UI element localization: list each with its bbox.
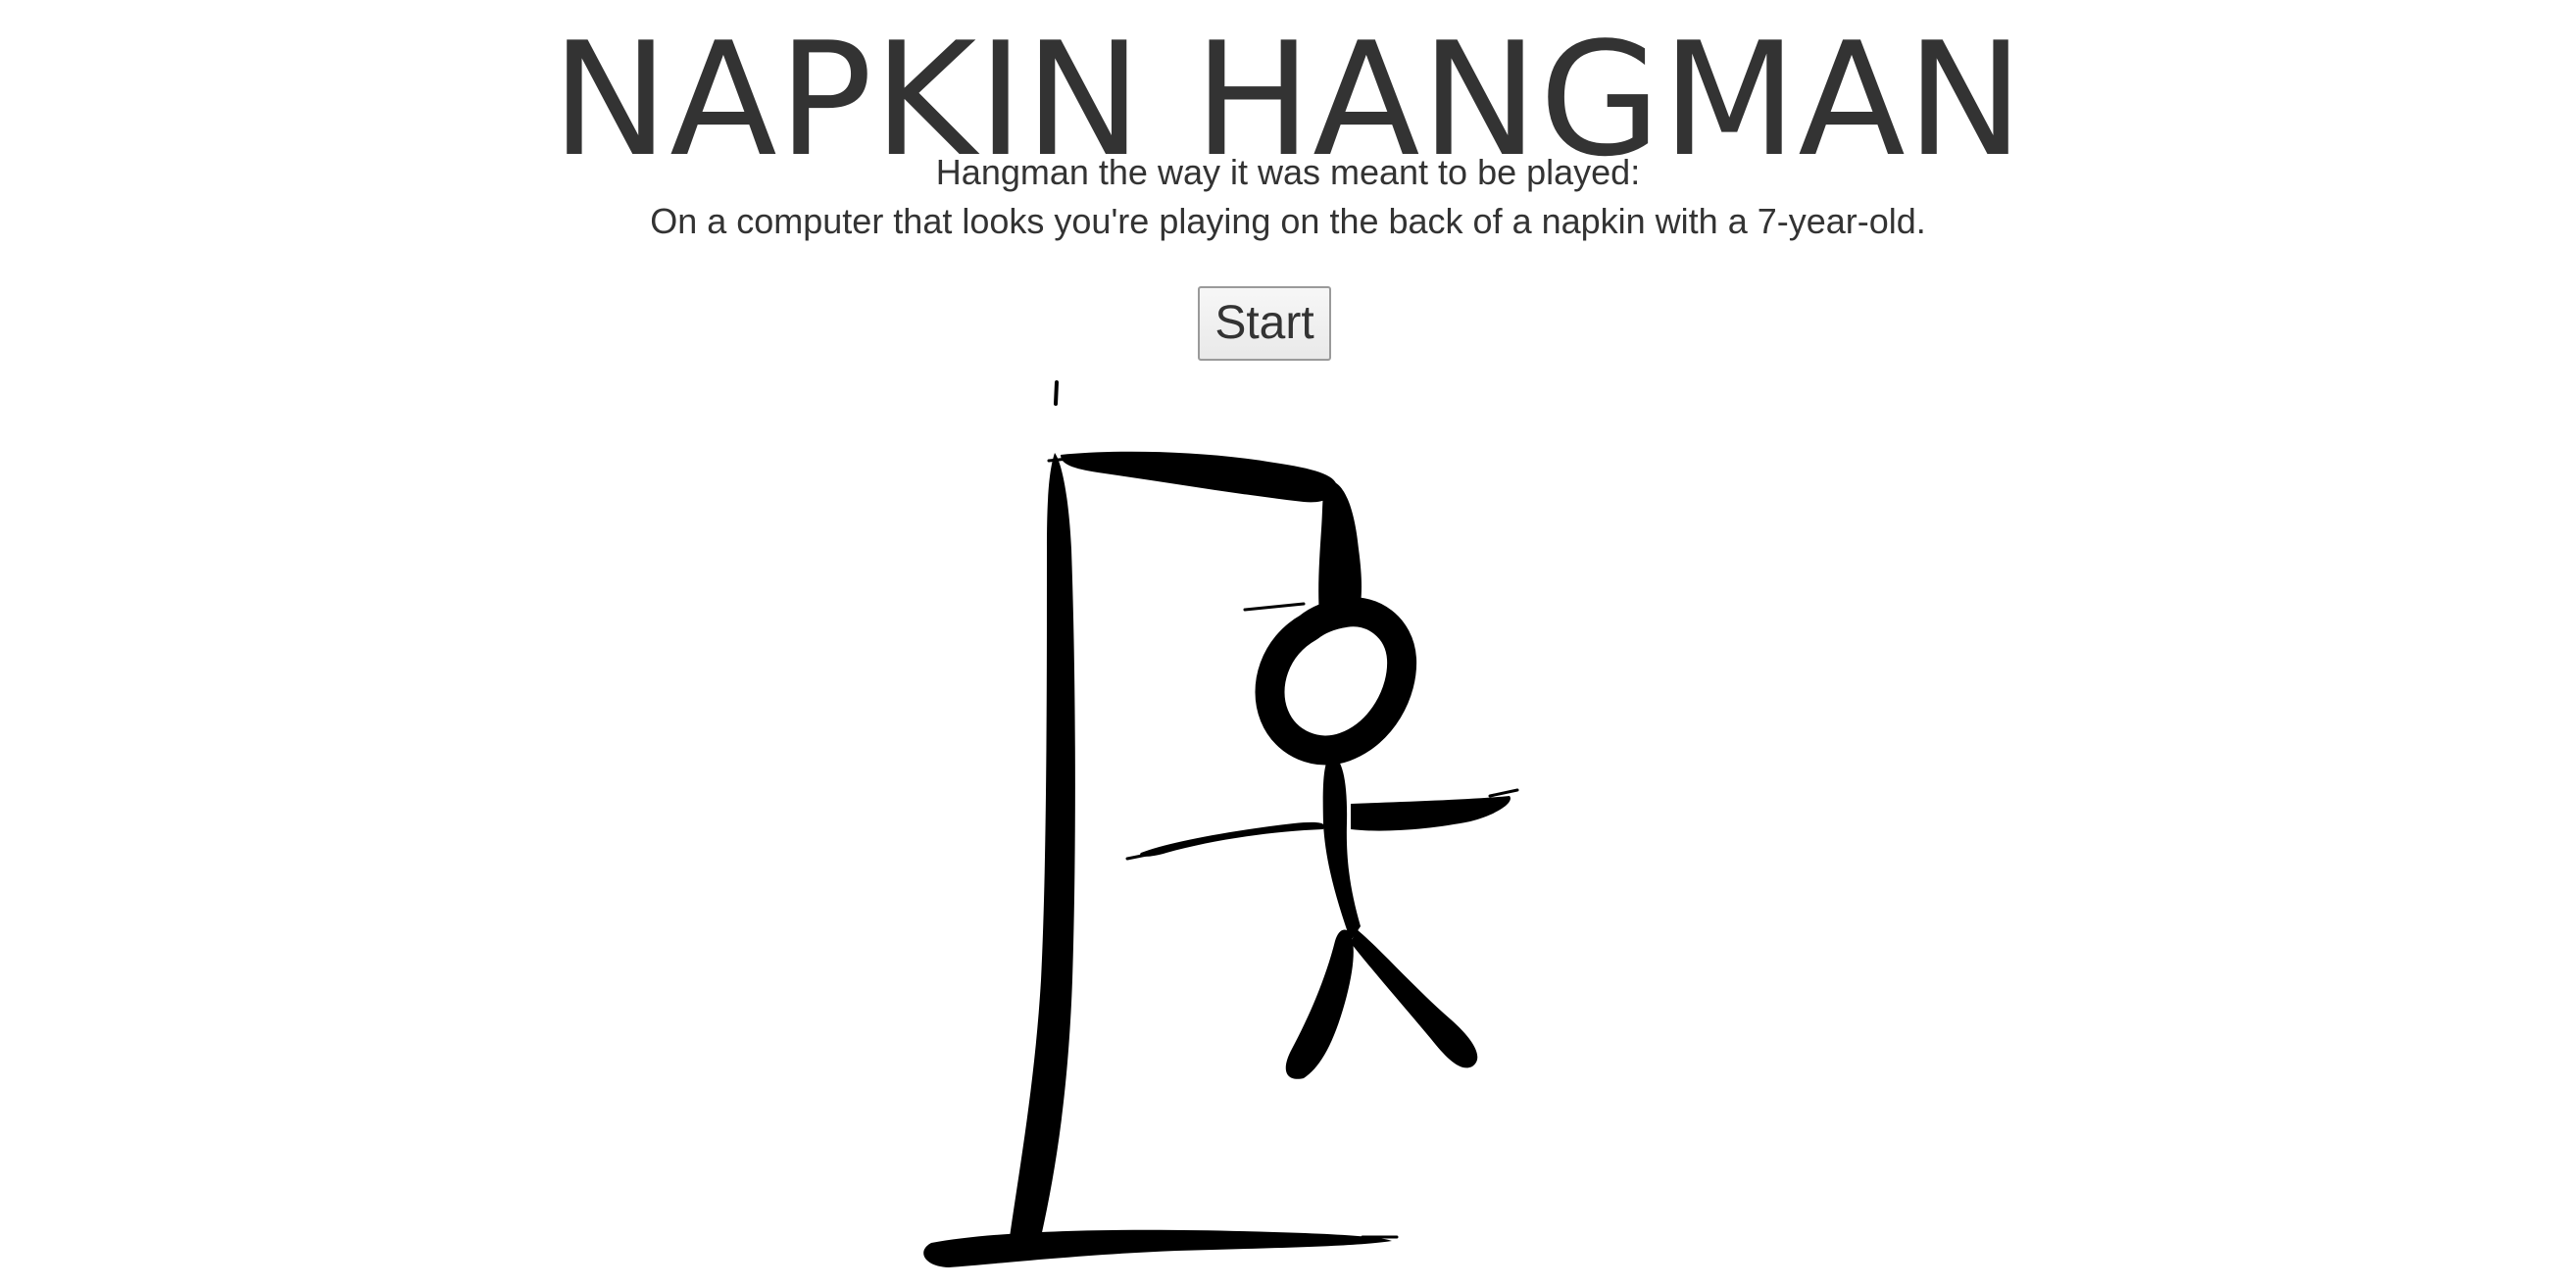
gallows-pole-top-mark — [1054, 380, 1059, 406]
gallows-beam — [1061, 451, 1337, 503]
subtitle-line-1: Hangman the way it was meant to be playe… — [935, 152, 1641, 192]
gallows-rope — [1318, 480, 1362, 616]
left-arm-scratch — [1125, 849, 1168, 861]
game-page: NAPKIN HANGMAN Hangman the way it was me… — [0, 0, 2576, 1288]
gallows-base — [923, 1229, 1392, 1267]
rope-scratch — [1243, 602, 1306, 612]
stickman-head — [1255, 597, 1417, 766]
stickman-left-leg — [1285, 929, 1354, 1079]
stickman-right-arm — [1351, 796, 1511, 831]
gallows-beam-scratch — [1047, 455, 1090, 463]
right-arm-scratch — [1488, 788, 1519, 798]
stickman-body — [1322, 755, 1361, 941]
gallows-pole — [1010, 453, 1075, 1237]
stickman-left-arm — [1140, 821, 1325, 857]
subtitle-line-2: On a computer that looks you're playing … — [650, 201, 1926, 241]
stickman-right-leg — [1351, 929, 1478, 1068]
start-button[interactable]: Start — [1198, 286, 1331, 361]
